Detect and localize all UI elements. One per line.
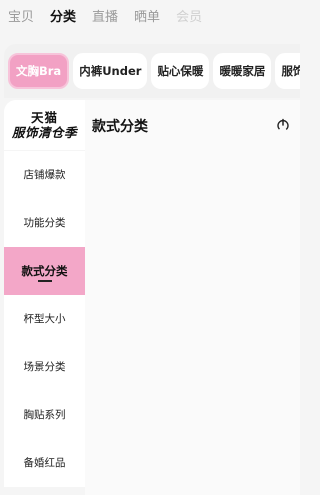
- tab-membership[interactable]: 会员: [172, 0, 206, 36]
- power-icon[interactable]: [276, 118, 290, 132]
- sidebar-item-wedding[interactable]: 备婚红品: [4, 439, 85, 487]
- tab-baobei[interactable]: 宝贝: [4, 0, 38, 36]
- chip-accessories[interactable]: 服饰配: [275, 53, 300, 89]
- brand-line-2: 服饰清仓季: [11, 125, 77, 140]
- chip-homewear[interactable]: 暖暖家居: [213, 53, 272, 89]
- sidebar-item-function[interactable]: 功能分类: [4, 199, 85, 247]
- chip-bra[interactable]: 文胸Bra: [8, 53, 70, 89]
- brand-line-1: 天猫: [30, 110, 58, 125]
- tab-reviews[interactable]: 晒单: [130, 0, 164, 36]
- brand-banner[interactable]: 天猫 服饰清仓季: [4, 100, 85, 150]
- top-tab-bar: 宝贝 分类 直播 晒单 会员: [0, 0, 300, 36]
- sidebar-item-nipple-covers[interactable]: 胸贴系列: [4, 391, 85, 439]
- category-chip-row: 文胸Bra 内裤Under 贴心保暖 暖暖家居 服饰配: [4, 44, 300, 98]
- sidebar-item-store-hot[interactable]: 店铺爆款: [4, 151, 85, 199]
- tab-category[interactable]: 分类: [46, 0, 80, 36]
- page-title: 款式分类: [92, 119, 148, 135]
- chip-underwear[interactable]: 内裤Under: [73, 53, 148, 89]
- sidebar-item-cup-size[interactable]: 杯型大小: [4, 295, 85, 343]
- sidebar-item-style[interactable]: 款式分类: [4, 247, 85, 295]
- main-panel: 款式分类: [85, 100, 300, 495]
- chip-warm[interactable]: 贴心保暖: [151, 53, 210, 89]
- sidebar-list: 店铺爆款 功能分类 款式分类 杯型大小 场景分类 胸贴系列 备婚红品: [4, 151, 85, 487]
- active-underline: [38, 280, 52, 282]
- sidebar-item-scene[interactable]: 场景分类: [4, 343, 85, 391]
- tab-live[interactable]: 直播: [88, 0, 122, 36]
- sidebar-item-label: 款式分类: [21, 264, 68, 278]
